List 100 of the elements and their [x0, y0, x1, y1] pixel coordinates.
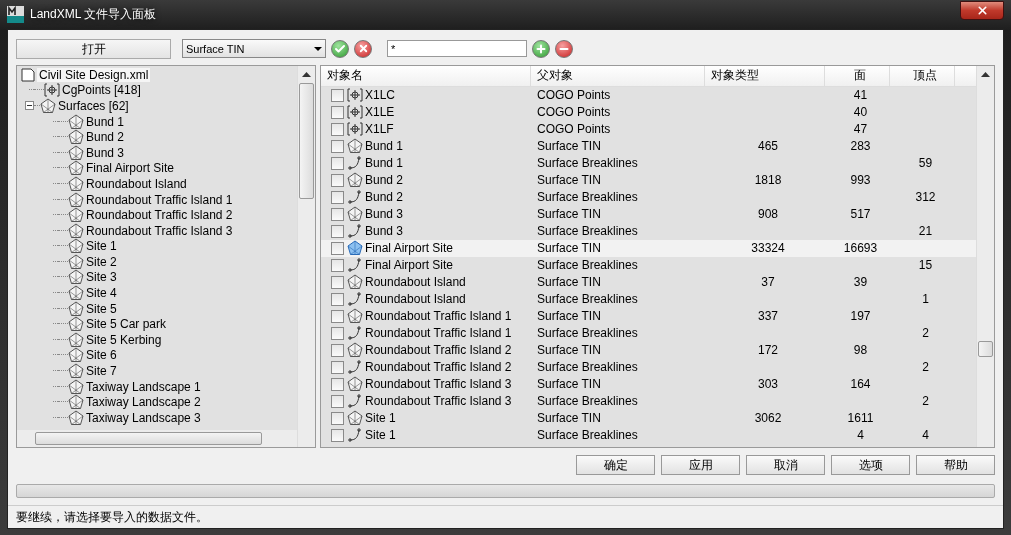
tree-item[interactable]: Bund 2: [84, 130, 127, 145]
table-cell-text: 337: [757, 309, 779, 324]
table-row[interactable]: Bund 2 Surface Breaklines 312: [321, 188, 976, 206]
row-checkbox[interactable]: [331, 190, 344, 204]
row-checkbox[interactable]: [331, 428, 344, 442]
dialog-button[interactable]: 应用: [661, 455, 740, 476]
row-checkbox[interactable]: [331, 394, 344, 408]
scrollbar-thumb[interactable]: [299, 82, 314, 199]
tree-item[interactable]: Site 3: [84, 270, 119, 285]
tree-item[interactable]: Site 5 Car park: [84, 317, 169, 332]
remove-button[interactable]: [555, 39, 573, 58]
row-checkbox[interactable]: [331, 275, 344, 289]
row-checkbox[interactable]: [331, 173, 344, 187]
vertical-scrollbar[interactable]: [976, 65, 994, 448]
dialog-button[interactable]: 帮助: [916, 455, 995, 476]
scroll-up-icon[interactable]: [981, 71, 990, 77]
column-header[interactable]: 父对象: [531, 65, 705, 86]
table-cell-text: Surface TIN: [536, 207, 602, 222]
table-row[interactable]: Roundabout Traffic Island 1 Surface Breaklines 2: [321, 324, 976, 342]
tree-item[interactable]: Final Airport Site: [84, 161, 177, 176]
row-checkbox[interactable]: [331, 360, 344, 374]
tree-item[interactable]: Site 1: [84, 239, 119, 254]
pentagon-icon: [347, 138, 363, 155]
pentagon-icon: [347, 274, 363, 291]
tree-item[interactable]: Taxiway Landscape 2: [84, 395, 203, 410]
vertical-scrollbar[interactable]: [297, 65, 315, 448]
table-row[interactable]: X1LE COGO Points 40: [321, 103, 976, 121]
tree-item[interactable]: Site 2: [84, 254, 119, 269]
tree-item[interactable]: Taxiway Landscape 1: [84, 379, 203, 394]
row-checkbox[interactable]: [331, 88, 344, 102]
table-cell: Bund 2: [364, 173, 404, 188]
dialog-button[interactable]: 取消: [746, 455, 825, 476]
table-row[interactable]: Roundabout Island Surface TIN 37 39: [321, 273, 976, 291]
dialog-button[interactable]: 选项: [831, 455, 910, 476]
tree-item[interactable]: Civil Site Design.xml: [37, 67, 151, 82]
scrollbar-thumb[interactable]: [978, 340, 993, 357]
table-cell-text: 2: [921, 360, 930, 375]
tree-item[interactable]: Roundabout Traffic Island 3: [84, 223, 235, 238]
table-row[interactable]: Roundabout Traffic Island 3 Surface TIN 303 164: [321, 375, 976, 393]
table-row[interactable]: Bund 3 Surface Breaklines 21: [321, 222, 976, 240]
row-checkbox[interactable]: [331, 411, 344, 425]
table-row[interactable]: Site 1 Surface TIN 3062 1611: [321, 409, 976, 427]
column-header[interactable]: 顶点: [890, 65, 955, 86]
table-row[interactable]: Bund 1 Surface TIN 465 283: [321, 137, 976, 155]
tree-item[interactable]: Roundabout Island: [84, 176, 189, 191]
table-row[interactable]: Site 1 Surface Breaklines 4 4: [321, 426, 976, 444]
table-row[interactable]: Roundabout Traffic Island 2 Surface Breaklines 2: [321, 358, 976, 376]
tree-item[interactable]: Site 7: [84, 364, 119, 379]
row-checkbox[interactable]: [331, 122, 344, 136]
tree-item[interactable]: Site 6: [84, 348, 119, 363]
tree-item[interactable]: CgPoints [418]: [60, 83, 143, 98]
table-row[interactable]: Final Airport Site Surface Breaklines 15: [321, 256, 976, 274]
tree-item[interactable]: Roundabout Traffic Island 2: [84, 208, 235, 223]
table-row[interactable]: Bund 2 Surface TIN 1818 993: [321, 171, 976, 189]
filter-select[interactable]: Surface TIN: [182, 39, 326, 59]
row-checkbox[interactable]: [331, 241, 344, 255]
scroll-up-icon[interactable]: [302, 71, 311, 77]
column-header[interactable]: 对象类型: [705, 65, 825, 86]
tree-item[interactable]: Site 5 Kerbing: [84, 332, 164, 347]
close-button[interactable]: [960, 1, 1004, 20]
open-button[interactable]: 打开: [16, 38, 171, 59]
collapse-icon[interactable]: [25, 101, 34, 111]
row-checkbox[interactable]: [331, 258, 344, 272]
column-header[interactable]: 对象名: [321, 65, 531, 86]
tree-item[interactable]: Site 4: [84, 286, 119, 301]
pattern-field[interactable]: *: [387, 40, 527, 58]
row-checkbox[interactable]: [331, 326, 344, 340]
row-checkbox[interactable]: [331, 207, 344, 221]
tree-item[interactable]: Roundabout Traffic Island 1: [84, 192, 235, 207]
tree-item[interactable]: Taxiway Landscape 3: [84, 410, 203, 425]
table-row[interactable]: Roundabout Traffic Island 3 Surface Breaklines 2: [321, 392, 976, 410]
horizontal-scrollbar[interactable]: [17, 430, 297, 448]
table-cell-text: Surface Breaklines: [536, 190, 639, 205]
table-cell-text: 908: [757, 207, 779, 222]
row-checkbox[interactable]: [331, 105, 344, 119]
dialog-button[interactable]: 确定: [576, 455, 655, 476]
table-row[interactable]: X1LC COGO Points 41: [321, 86, 976, 104]
table-row[interactable]: Roundabout Island Surface Breaklines 1: [321, 290, 976, 308]
row-checkbox[interactable]: [331, 292, 344, 306]
tree-item[interactable]: Surfaces [62]: [56, 98, 131, 113]
row-checkbox[interactable]: [331, 343, 344, 357]
table-row[interactable]: Final Airport Site Surface TIN 33324 16693: [321, 239, 976, 257]
table-row[interactable]: X1LF COGO Points 47: [321, 120, 976, 138]
table-row[interactable]: Roundabout Traffic Island 1 Surface TIN 337 197: [321, 307, 976, 325]
row-checkbox[interactable]: [331, 156, 344, 170]
column-header[interactable]: 面: [825, 65, 890, 86]
row-checkbox[interactable]: [331, 309, 344, 323]
table-row[interactable]: Roundabout Traffic Island 2 Surface TIN 172 98: [321, 341, 976, 359]
row-checkbox[interactable]: [331, 377, 344, 391]
row-checkbox[interactable]: [331, 224, 344, 238]
tree-item[interactable]: Bund 1: [84, 114, 127, 129]
table-row[interactable]: Bund 3 Surface TIN 908 517: [321, 205, 976, 223]
tree-item[interactable]: Bund 3: [84, 145, 127, 160]
reject-button[interactable]: [354, 39, 372, 58]
row-checkbox[interactable]: [331, 139, 344, 153]
table-cell-text: COGO Points: [536, 122, 612, 137]
accept-button[interactable]: [331, 39, 349, 58]
tree-item[interactable]: Site 5: [84, 301, 119, 316]
add-button[interactable]: [532, 39, 550, 58]
table-row[interactable]: Bund 1 Surface Breaklines 59: [321, 154, 976, 172]
